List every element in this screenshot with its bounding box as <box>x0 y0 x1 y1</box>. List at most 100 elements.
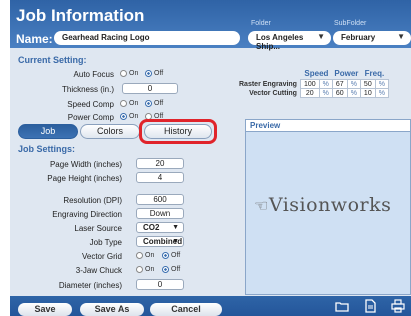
power-comp-label: Power Comp <box>67 113 114 122</box>
radio-label: On <box>129 70 139 77</box>
three-jaw-on-radio[interactable]: On <box>136 266 154 273</box>
subfolder-value: February <box>341 33 376 42</box>
job-type-label: Job Type <box>89 238 122 247</box>
save-as-button[interactable]: Save As <box>80 303 144 316</box>
page-width-field[interactable]: 20 <box>136 158 184 169</box>
pct-label: % <box>346 79 361 89</box>
printer-icon[interactable] <box>391 299 405 313</box>
engraving-direction-label: Engraving Direction <box>52 210 122 219</box>
raster-power-field[interactable]: 67 <box>331 79 348 89</box>
laser-source-select[interactable]: CO2 ▼ <box>136 222 184 233</box>
page-title: Job Information <box>16 6 145 25</box>
tab-colors[interactable]: Colors <box>80 124 140 139</box>
job-type-select[interactable]: Combined ▼ <box>136 236 184 247</box>
job-information-window: Job Information Name: Gearhead Racing Lo… <box>10 0 411 316</box>
resolution-label: Resolution (DPI) <box>63 196 122 205</box>
auto-focus-on-radio[interactable]: On <box>120 70 138 77</box>
power-comp-on-radio[interactable]: On <box>120 113 138 120</box>
radio-icon <box>162 266 169 273</box>
vector-grid-on-radio[interactable]: On <box>136 252 154 259</box>
speed-comp-label: Speed Comp <box>67 100 114 109</box>
raster-engraving-label: Raster Engraving <box>239 80 297 88</box>
speed-comp-off-radio[interactable]: Off <box>145 100 163 107</box>
chevron-down-icon: ▼ <box>397 32 405 41</box>
freq-header: Freq. <box>364 69 385 78</box>
chevron-down-icon: ▼ <box>172 238 179 245</box>
vector-cutting-label: Vector Cutting <box>249 89 297 97</box>
vector-grid-off-radio[interactable]: Off <box>162 252 180 259</box>
vector-power-field[interactable]: 60 <box>331 88 348 98</box>
subfolder-label: SubFolder <box>334 20 367 27</box>
three-jaw-off-radio[interactable]: Off <box>162 266 180 273</box>
radio-label: Off <box>171 252 181 259</box>
folder-label: Folder <box>251 20 271 27</box>
radio-label: On <box>145 252 155 259</box>
speed-comp-on-radio[interactable]: On <box>120 100 138 107</box>
job-name-field[interactable]: Gearhead Racing Logo <box>54 31 240 45</box>
raster-speed-field[interactable]: 100 <box>299 79 320 89</box>
radio-icon <box>145 70 152 77</box>
radio-label: Off <box>154 70 164 77</box>
page-height-label: Page Height (inches) <box>47 174 122 183</box>
radio-icon <box>120 100 127 107</box>
vector-freq-field[interactable]: 10 <box>359 88 376 98</box>
auto-focus-label: Auto Focus <box>73 70 114 79</box>
name-label: Name: <box>16 32 53 46</box>
raster-freq-field[interactable]: 50 <box>359 79 376 89</box>
visionworks-logo: ☜Visionworks <box>254 194 391 216</box>
diameter-field[interactable]: 0 <box>136 279 184 290</box>
diameter-label: Diameter (inches) <box>58 281 122 290</box>
preview-panel: Preview ☜Visionworks <box>245 119 411 295</box>
pct-label: % <box>318 88 333 98</box>
folder-select[interactable]: Los Angeles Ship... ▼ <box>248 31 331 51</box>
folder-icon[interactable] <box>335 299 349 313</box>
pct-label: % <box>346 88 361 98</box>
chevron-down-icon: ▼ <box>317 32 325 41</box>
laser-source-label: Laser Source <box>74 224 122 233</box>
speed-header: Speed <box>304 69 329 78</box>
radio-icon <box>120 70 127 77</box>
history-highlight-box <box>139 119 217 144</box>
radio-label: Off <box>171 266 181 273</box>
table-header-row: Speed Power Freq. <box>236 68 388 80</box>
power-header: Power <box>334 69 359 78</box>
radio-label: Off <box>154 100 164 107</box>
preview-title: Preview <box>246 120 410 132</box>
thickness-label: Thickness (in.) <box>61 85 114 94</box>
header-bar: Job Information Name: Gearhead Racing Lo… <box>10 0 411 51</box>
radio-icon <box>145 100 152 107</box>
chevron-down-icon: ▼ <box>172 224 179 231</box>
radio-label: On <box>145 266 155 273</box>
vector-grid-label: Vector Grid <box>81 252 122 261</box>
vector-speed-field[interactable]: 20 <box>299 88 320 98</box>
cancel-button[interactable]: Cancel <box>150 303 222 316</box>
auto-focus-off-radio[interactable]: Off <box>145 70 163 77</box>
speed-power-table: Speed Power Freq. Raster Engraving 100 %… <box>236 68 389 98</box>
resolution-field[interactable]: 600 <box>136 194 184 205</box>
logo-mark-icon: ☜ <box>254 196 269 215</box>
pct-label: % <box>374 79 389 89</box>
logo-text: Visionworks <box>268 194 392 216</box>
radio-icon <box>136 266 143 273</box>
page-height-field[interactable]: 4 <box>136 172 184 183</box>
folder-value: Los Angeles Ship... <box>256 33 304 51</box>
radio-icon <box>136 252 143 259</box>
pct-label: % <box>374 88 389 98</box>
radio-icon <box>162 252 169 259</box>
radio-label: On <box>129 100 139 107</box>
save-button[interactable]: Save <box>18 303 72 316</box>
three-jaw-chuck-label: 3-Jaw Chuck <box>75 266 122 275</box>
thickness-field[interactable]: 0 <box>122 83 178 94</box>
table-row: Vector Cutting 20 % 60 % 10 % <box>236 88 389 98</box>
page-width-label: Page Width (inches) <box>49 160 122 169</box>
radio-label: On <box>129 113 139 120</box>
document-icon[interactable] <box>363 299 377 313</box>
current-setting-title: Current Setting: <box>18 55 87 65</box>
tab-job[interactable]: Job <box>18 124 78 139</box>
radio-icon <box>120 113 127 120</box>
pct-label: % <box>318 79 333 89</box>
engraving-direction-field[interactable]: Down <box>136 208 184 219</box>
subfolder-select[interactable]: February ▼ <box>333 31 411 45</box>
laser-source-value: CO2 <box>143 223 160 232</box>
job-settings-title: Job Settings: <box>18 144 76 154</box>
